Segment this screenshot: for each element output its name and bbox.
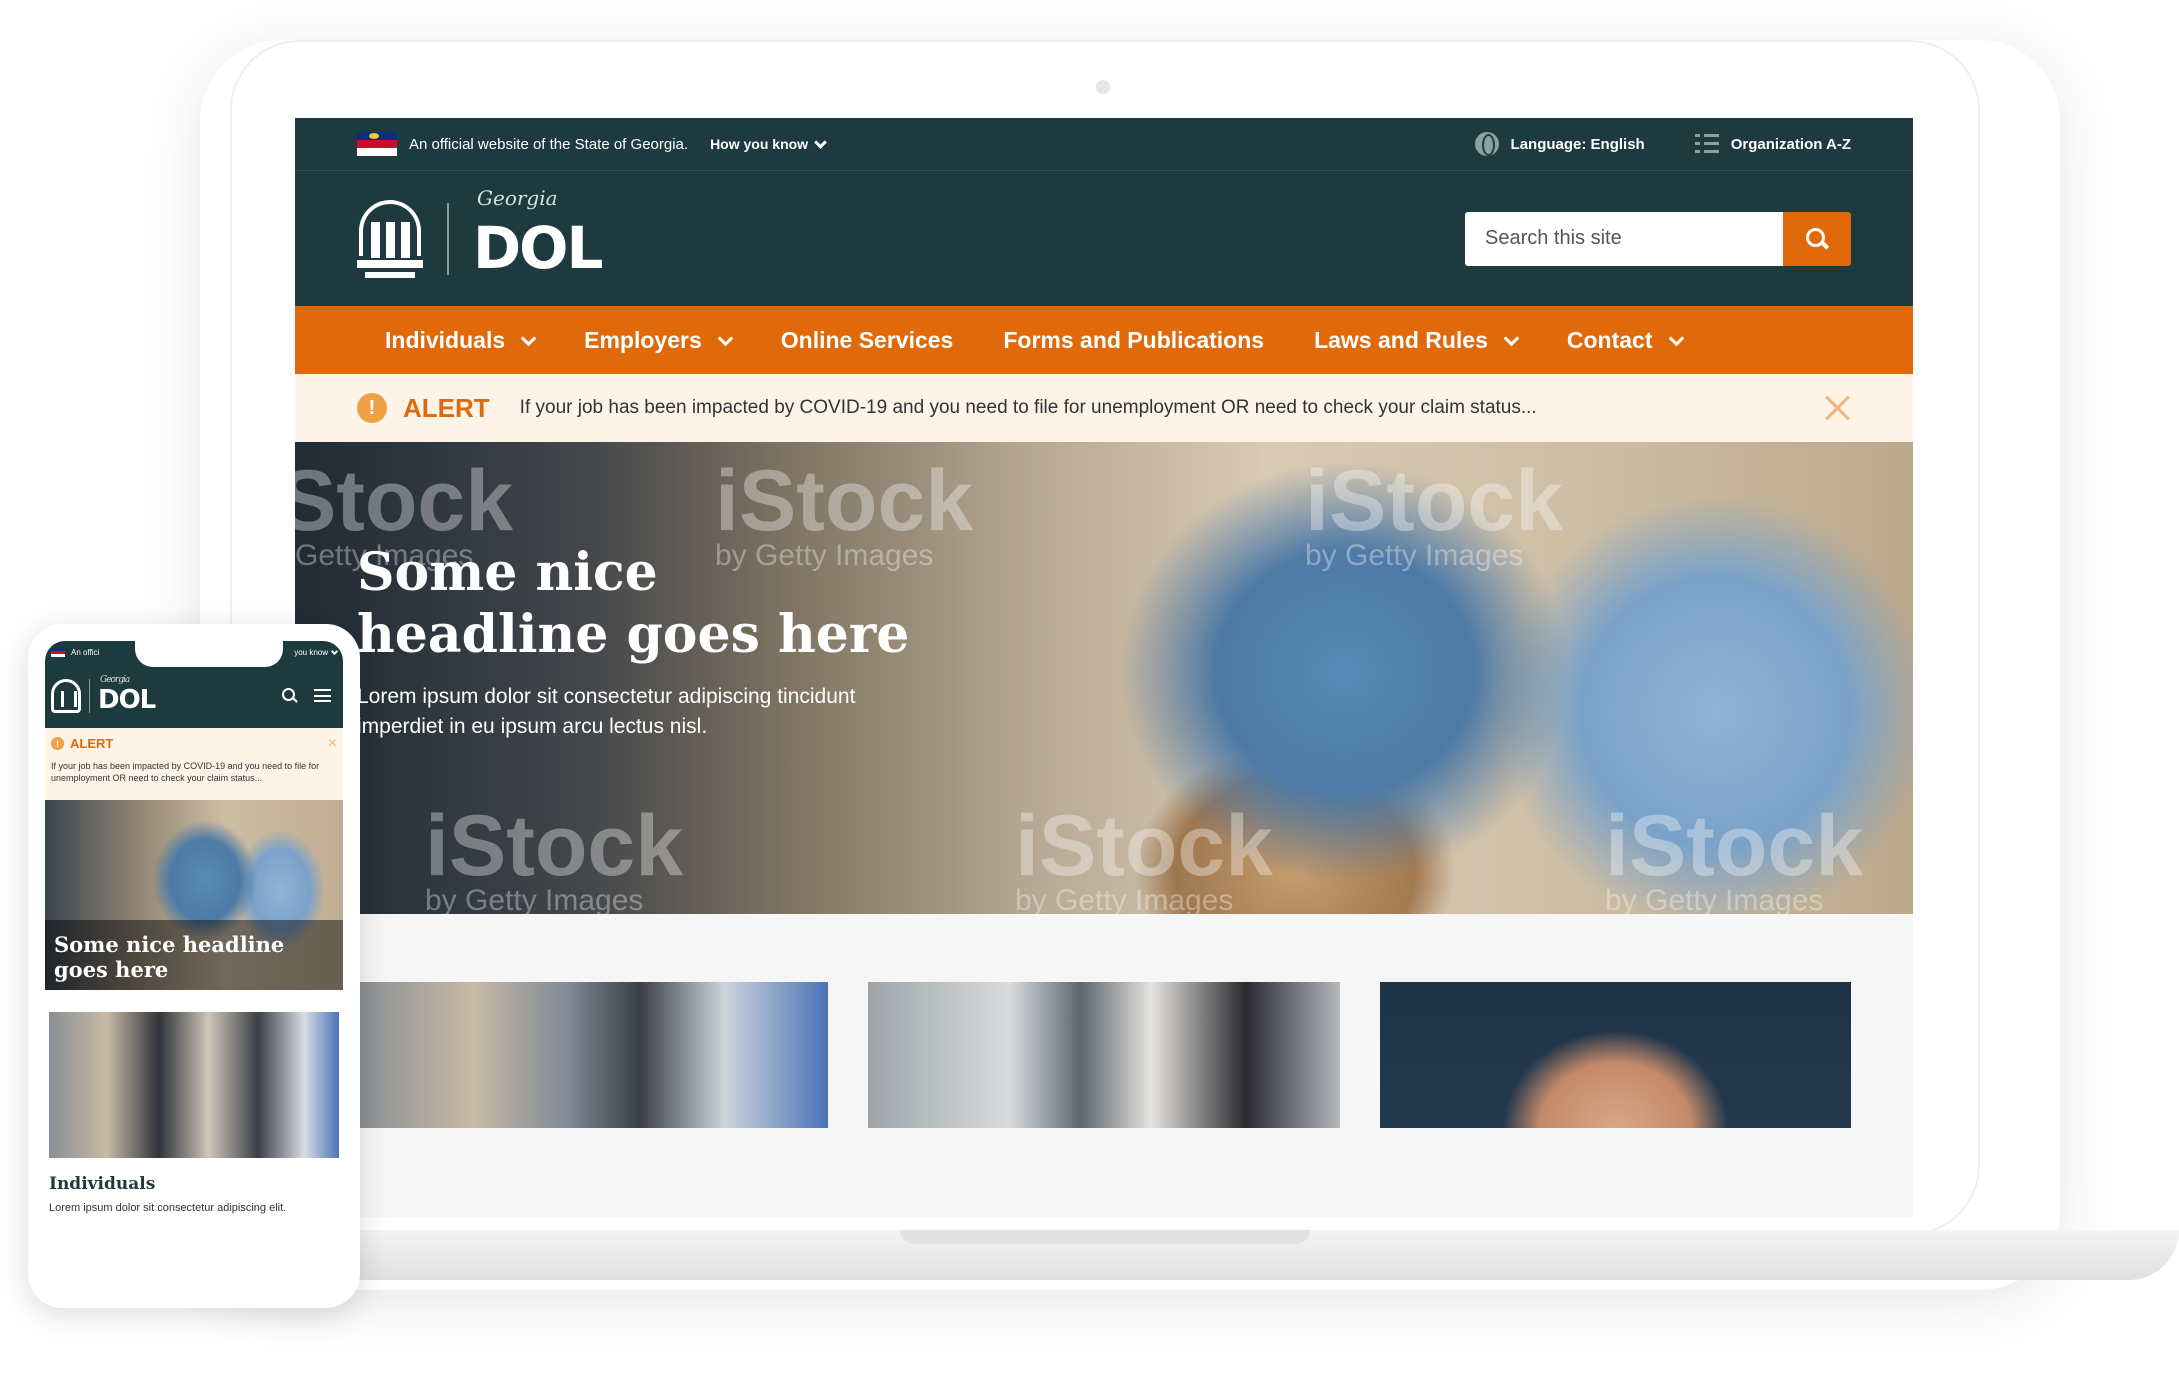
site-header: Georgia DOL xyxy=(295,171,1913,306)
laptop-notch xyxy=(900,1230,1310,1244)
close-icon[interactable] xyxy=(1823,394,1851,422)
how-you-know-label: How you know xyxy=(710,136,809,152)
georgia-flag-icon xyxy=(51,647,65,657)
mobile-alert-message[interactable]: If your job has been impacted by COVID-1… xyxy=(51,760,337,784)
nav-label: Individuals xyxy=(385,326,506,353)
search-input[interactable] xyxy=(1465,211,1783,266)
mobile-card[interactable]: Individuals Lorem ipsum dolor sit consec… xyxy=(45,990,343,1214)
dol-logo[interactable]: Georgia DOL xyxy=(473,186,603,282)
official-gov-banner: An official website of the State of Geor… xyxy=(295,118,1913,171)
nav-item-contact[interactable]: Contact xyxy=(1566,326,1684,354)
chevron-down-icon xyxy=(717,330,734,346)
chevron-down-icon xyxy=(330,647,339,655)
card-row xyxy=(295,914,1913,1128)
site-search xyxy=(1465,211,1851,266)
official-website-text: An official website of the State of Geor… xyxy=(409,135,689,153)
card-image-meeting[interactable] xyxy=(868,982,1340,1128)
card-image-portrait[interactable] xyxy=(1379,982,1851,1128)
search-icon[interactable] xyxy=(282,687,298,704)
watermark: iStockby Getty Images xyxy=(425,798,684,914)
search-icon xyxy=(1806,227,1828,250)
nav-label: Laws and Rules xyxy=(1314,326,1488,353)
mobile-hero: Some nice headline goes here xyxy=(45,800,343,990)
phone-frame: An offici you know Georgia DOL ! ALERT × xyxy=(28,624,360,1308)
alert-title: ALERT xyxy=(403,392,490,423)
close-icon[interactable]: × xyxy=(328,736,337,752)
watermark: iStockby Getty Images xyxy=(1015,798,1274,914)
watermark: iStockby Getty Images xyxy=(1305,453,1564,572)
mobile-screen: An offici you know Georgia DOL ! ALERT × xyxy=(45,641,343,1291)
hero-headline: Some nice headline goes here xyxy=(357,542,910,665)
chevron-down-icon xyxy=(520,330,537,346)
desktop-screen: An official website of the State of Geor… xyxy=(295,118,1913,1218)
search-button[interactable] xyxy=(1783,211,1851,266)
alert-icon: ! xyxy=(357,393,387,423)
mobile-official-text: An offici xyxy=(71,647,100,657)
mobile-dol-logo[interactable]: Georgia DOL xyxy=(98,675,156,715)
logo-divider xyxy=(89,678,90,713)
nav-item-online-services[interactable]: Online Services xyxy=(781,327,954,354)
watermark: iStockby Getty Images xyxy=(1605,798,1864,914)
phone-notch xyxy=(135,641,283,667)
organization-az-link[interactable]: Organization A-Z xyxy=(1694,134,1851,154)
mobile-alert-title: ALERT xyxy=(70,736,114,751)
mobile-header: Georgia DOL xyxy=(45,663,343,728)
mobile-card-title[interactable]: Individuals xyxy=(49,1174,339,1194)
nav-item-forms-publications[interactable]: Forms and Publications xyxy=(1003,327,1264,354)
menu-icon[interactable] xyxy=(314,689,331,702)
organization-az-label: Organization A-Z xyxy=(1730,135,1851,153)
georgia-flag-icon xyxy=(357,132,397,156)
nav-item-employers[interactable]: Employers xyxy=(584,326,734,354)
nav-label: Employers xyxy=(584,326,702,353)
mobile-alert-banner[interactable]: ! ALERT × If your job has been impacted … xyxy=(45,728,343,800)
georgia-seal-icon[interactable] xyxy=(357,199,423,278)
logo-divider xyxy=(447,202,449,275)
nav-item-laws-rules[interactable]: Laws and Rules xyxy=(1314,326,1520,354)
card-image-team[interactable] xyxy=(357,982,829,1128)
language-selector[interactable]: Language: English xyxy=(1474,132,1645,156)
language-label: Language: English xyxy=(1510,135,1645,153)
laptop-camera xyxy=(1096,80,1110,94)
mobile-card-text: Lorem ipsum dolor sit consectetur adipis… xyxy=(49,1202,287,1214)
hero-banner: iStockby Getty Images iStockby Getty Ima… xyxy=(295,442,1913,914)
alert-icon: ! xyxy=(51,737,64,750)
how-you-know-toggle[interactable]: How you know xyxy=(710,135,827,152)
nav-label: Online Services xyxy=(780,326,954,353)
nav-item-individuals[interactable]: Individuals xyxy=(385,326,537,354)
alert-banner[interactable]: ! ALERT If your job has been impacted by… xyxy=(295,374,1913,442)
chevron-down-icon xyxy=(1668,330,1684,346)
list-icon xyxy=(1694,134,1719,154)
logo-state-script: Georgia xyxy=(100,674,130,685)
georgia-seal-icon[interactable] xyxy=(51,678,81,713)
mobile-hero-headline: Some nice headline goes here xyxy=(54,932,285,982)
logo-dol-text: DOL xyxy=(473,213,603,282)
chevron-down-icon xyxy=(814,135,827,149)
main-nav: Individuals Employers Online Services Fo… xyxy=(295,306,1913,374)
mobile-how-you-know-label: you know xyxy=(294,647,328,657)
logo-state-script: Georgia xyxy=(477,185,558,210)
nav-label: Forms and Publications xyxy=(1003,326,1265,353)
chevron-down-icon xyxy=(1503,330,1520,346)
alert-message[interactable]: If your job has been impacted by COVID-1… xyxy=(520,397,1537,419)
logo-dol-text: DOL xyxy=(98,684,156,715)
hero-subtext: Lorem ipsum dolor sit consectetur adipis… xyxy=(357,685,856,738)
nav-label: Contact xyxy=(1566,326,1653,353)
mobile-how-you-know[interactable]: you know xyxy=(294,647,339,657)
globe-icon xyxy=(1474,132,1499,156)
mobile-card-image xyxy=(49,1012,339,1158)
hero-text: Some nice headline goes here Lorem ipsum… xyxy=(357,542,917,742)
